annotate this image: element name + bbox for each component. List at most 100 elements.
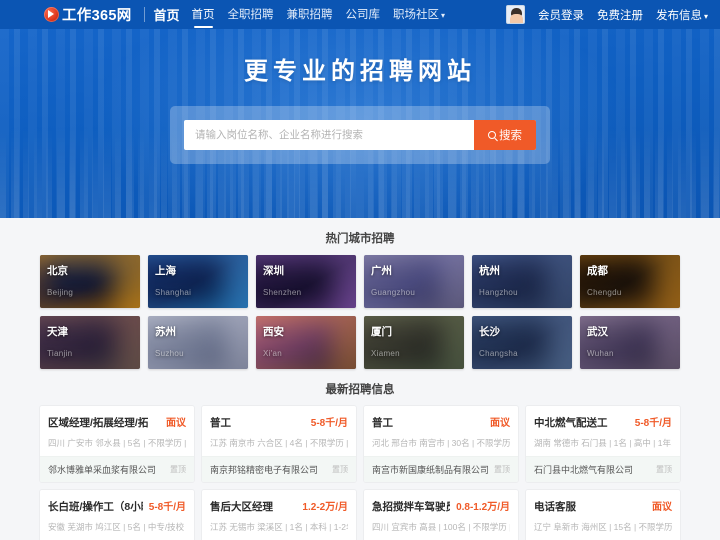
search-button-label: 搜索 xyxy=(499,130,522,142)
city-card[interactable]: 长沙 Changsha xyxy=(472,316,572,369)
city-name-cn: 成都 xyxy=(587,265,608,277)
nav-home-label[interactable]: 首页 xyxy=(154,5,180,24)
city-name-cn: 北京 xyxy=(47,265,68,277)
hero-title: 更专业的招聘网站 xyxy=(244,58,476,85)
city-name-cn: 上海 xyxy=(155,265,176,277)
job-card[interactable]: 区域经理/拓展经理/拓 面议四川 广安市 邻水县 | 5名 | 不限学历 | 不限… xyxy=(40,406,194,482)
nav-item-company-库[interactable]: 公司库 xyxy=(346,6,381,23)
job-card[interactable]: 中北燃气配送工 5-8千/月湖南 常德市 石门县 | 1名 | 高中 | 1年以下… xyxy=(526,406,680,482)
job-meta: 江苏 南京市 六合区 | 4名 | 不限学历 | 不限经 xyxy=(210,438,348,448)
job-salary: 5-8千/月 xyxy=(634,418,672,429)
city-name-en: Hangzhou xyxy=(479,288,518,297)
job-card-footer: 石门县中北燃气有限公司 置顶 xyxy=(526,456,680,482)
city-name-cn: 天津 xyxy=(47,326,68,338)
job-card-top: 普工 面议河北 邢台市 南宫市 | 30名 | 不限学历 | 不限经 xyxy=(364,406,518,456)
job-card-footer: 南京邦铭精密电子有限公司 置顶 xyxy=(202,456,356,482)
job-company: 邻水博雅单采血浆有限公司 xyxy=(48,465,157,475)
job-top-badge: 置顶 xyxy=(494,465,510,474)
job-salary: 面议 xyxy=(490,418,510,429)
job-company: 石门县中北燃气有限公司 xyxy=(534,465,634,475)
job-card-top: 区域经理/拓展经理/拓 面议四川 广安市 邻水县 | 5名 | 不限学历 | 不限… xyxy=(40,406,194,456)
top-navigation-bar: 工作365网 首页 首页 全职招聘 兼职招聘 公司库 职场社区 ▾ 会员登录 免费… xyxy=(0,0,720,29)
job-salary: 1.2-2万/月 xyxy=(302,502,348,513)
job-card-top: 中北燃气配送工 5-8千/月湖南 常德市 石门县 | 1名 | 高中 | 1年以下 xyxy=(526,406,680,456)
site-logo[interactable]: 工作365网 xyxy=(44,4,132,25)
nav-item-community[interactable]: 职场社区 ▾ xyxy=(393,6,445,23)
job-meta: 安徽 芜湖市 鸠江区 | 5名 | 中专/技校 | 不限经 xyxy=(48,522,186,532)
publish-link-label: 发布信息 xyxy=(655,9,702,22)
job-meta: 辽宁 阜新市 海州区 | 15名 | 不限学历 | 不限经 xyxy=(534,522,672,532)
register-link[interactable]: 免费注册 xyxy=(597,7,643,23)
city-name-cn: 武汉 xyxy=(587,326,608,338)
job-card[interactable]: 急招搅拌车驾驶员 0.8-1.2万/月四川 宜宾市 高县 | 100名 | 不限学… xyxy=(364,490,518,540)
search-button[interactable]: 搜索 xyxy=(474,120,536,150)
city-card[interactable]: 天津 Tianjin xyxy=(40,316,140,369)
jobs-section-title: 最新招聘信息 xyxy=(325,384,395,396)
job-card[interactable]: 电话客服面议辽宁 阜新市 海州区 | 15名 | 不限学历 | 不限经阜新市海州… xyxy=(526,490,680,540)
city-card[interactable]: 北京 Beijing xyxy=(40,255,140,308)
job-title: 普工 xyxy=(372,417,393,429)
job-card[interactable]: 长白班/操作工（8小时 5-8千/月 安徽 芜湖市 鸠江区 | 5名 | 中专/技校… xyxy=(40,490,194,540)
job-card[interactable]: 普工 面议河北 邢台市 南宫市 | 30名 | 不限学历 | 不限经南宫市新国康纸… xyxy=(364,406,518,482)
city-card[interactable]: 苏州 Suzhou xyxy=(148,316,248,369)
latest-jobs-grid: 区域经理/拓展经理/拓面议四川 广安市 邻水县 | 5名 | 不限学历 | 不限… xyxy=(40,406,680,540)
logo-text: 工作365网 xyxy=(62,8,132,24)
city-name-en: Chengdu xyxy=(587,288,622,297)
nav-right-group: 会员登录 免费注册 发布信息 ▾ xyxy=(505,5,708,24)
job-title: 电话客服 xyxy=(534,501,576,513)
page-content: 热门城市招聘 北京 Beijing 上海 Shanghai 深圳 Shenzhen 广州 Gu… xyxy=(0,218,720,540)
job-meta: 湖南 常德市 石门县 | 1名 | 高中 | 1年以下 xyxy=(534,438,672,448)
job-top-badge: 置顶 xyxy=(656,465,672,474)
city-name-cn: 杭州 xyxy=(479,265,500,277)
city-card[interactable]: 西安 Xi'an xyxy=(256,316,356,369)
search-panel: 搜索 xyxy=(170,106,550,164)
login-link[interactable]: 会员登录 xyxy=(538,7,584,23)
nav-menu: 首页 全职招聘 兼职招聘 公司库 职场社区 ▾ xyxy=(192,6,445,28)
job-title: 长白班/操作工（8小时 xyxy=(48,501,143,513)
city-name-en: Tianjin xyxy=(47,349,73,358)
search-icon xyxy=(488,131,496,139)
city-name-en: Xiamen xyxy=(371,349,400,358)
job-company: 南京邦铭精密电子有限公司 xyxy=(210,465,319,475)
job-card[interactable]: 普工 5-8千/月江苏 南京市 六合区 | 4名 | 不限学历 | 不限经南京邦铭… xyxy=(202,406,356,482)
job-salary: 5-8千/月 xyxy=(310,418,348,429)
job-title: 区域经理/拓展经理/拓 xyxy=(48,417,149,429)
search-input[interactable] xyxy=(184,120,474,150)
nav-item-home[interactable]: 首页 xyxy=(192,6,215,28)
job-card-footer: 邻水博雅单采血浆有限公司 置顶 xyxy=(40,456,194,482)
city-name-en: Changsha xyxy=(479,349,518,358)
hero-banner: 更专业的招聘网站 搜索 xyxy=(0,29,720,218)
job-salary: 0.8-1.2万/月 xyxy=(456,502,510,513)
cities-section-title: 热门城市招聘 xyxy=(325,233,395,245)
job-card-top: 电话客服 面议辽宁 阜新市 海州区 | 15名 | 不限学历 | 不限经 xyxy=(526,490,680,540)
city-name-cn: 西安 xyxy=(263,326,284,338)
job-salary: 面议 xyxy=(652,502,672,513)
city-card[interactable]: 厦门 Xiamen xyxy=(364,316,464,369)
job-card-footer: 南宫市新国康纸制品有限公司 置顶 xyxy=(364,456,518,482)
city-name-cn: 厦门 xyxy=(371,326,392,338)
job-title: 急招搅拌车驾驶员 xyxy=(372,501,451,513)
city-card[interactable]: 深圳 Shenzhen xyxy=(256,255,356,308)
job-card-top: 普工 5-8千/月江苏 南京市 六合区 | 4名 | 不限学历 | 不限经 xyxy=(202,406,356,456)
city-card[interactable]: 武汉 Wuhan xyxy=(580,316,680,369)
job-top-badge: 置顶 xyxy=(170,465,186,474)
job-meta: 江苏 无锡市 梁溪区 | 1名 | 本科 | 1-2年 xyxy=(210,522,348,532)
nav-divider xyxy=(143,7,145,22)
city-name-en: Shanghai xyxy=(155,288,192,297)
user-avatar-icon[interactable] xyxy=(505,5,525,24)
nav-item-parttime[interactable]: 兼职招聘 xyxy=(287,6,333,23)
city-card[interactable]: 广州 Guangzhou xyxy=(364,255,464,308)
city-card[interactable]: 上海 Shanghai xyxy=(148,255,248,308)
city-card[interactable]: 杭州 Hangzhou xyxy=(472,255,572,308)
city-name-cn: 深圳 xyxy=(263,265,284,277)
job-card[interactable]: 售后大区经理 1.2-2万/月 江苏 无锡市 梁溪区 | 1名 | 本科 | 1-2… xyxy=(202,490,356,540)
job-meta: 四川 广安市 邻水县 | 5名 | 不限学历 | 不限经 xyxy=(48,438,186,448)
job-card-top: 长白班/操作工（8小时 5-8千/月 安徽 芜湖市 鸠江区 | 5名 | 中专/技校… xyxy=(40,490,194,540)
job-salary: 面议 xyxy=(166,418,186,429)
job-title: 普工 xyxy=(210,417,231,429)
publish-link[interactable]: 发布信息 ▾ xyxy=(656,7,708,23)
job-meta: 四川 宜宾市 高县 | 100名 | 不限学历 | 1年以下 xyxy=(372,522,510,532)
city-name-en: Shenzhen xyxy=(263,288,302,297)
city-card[interactable]: 成都 Chengdu xyxy=(580,255,680,308)
nav-item-fulltime[interactable]: 全职招聘 xyxy=(228,6,274,23)
